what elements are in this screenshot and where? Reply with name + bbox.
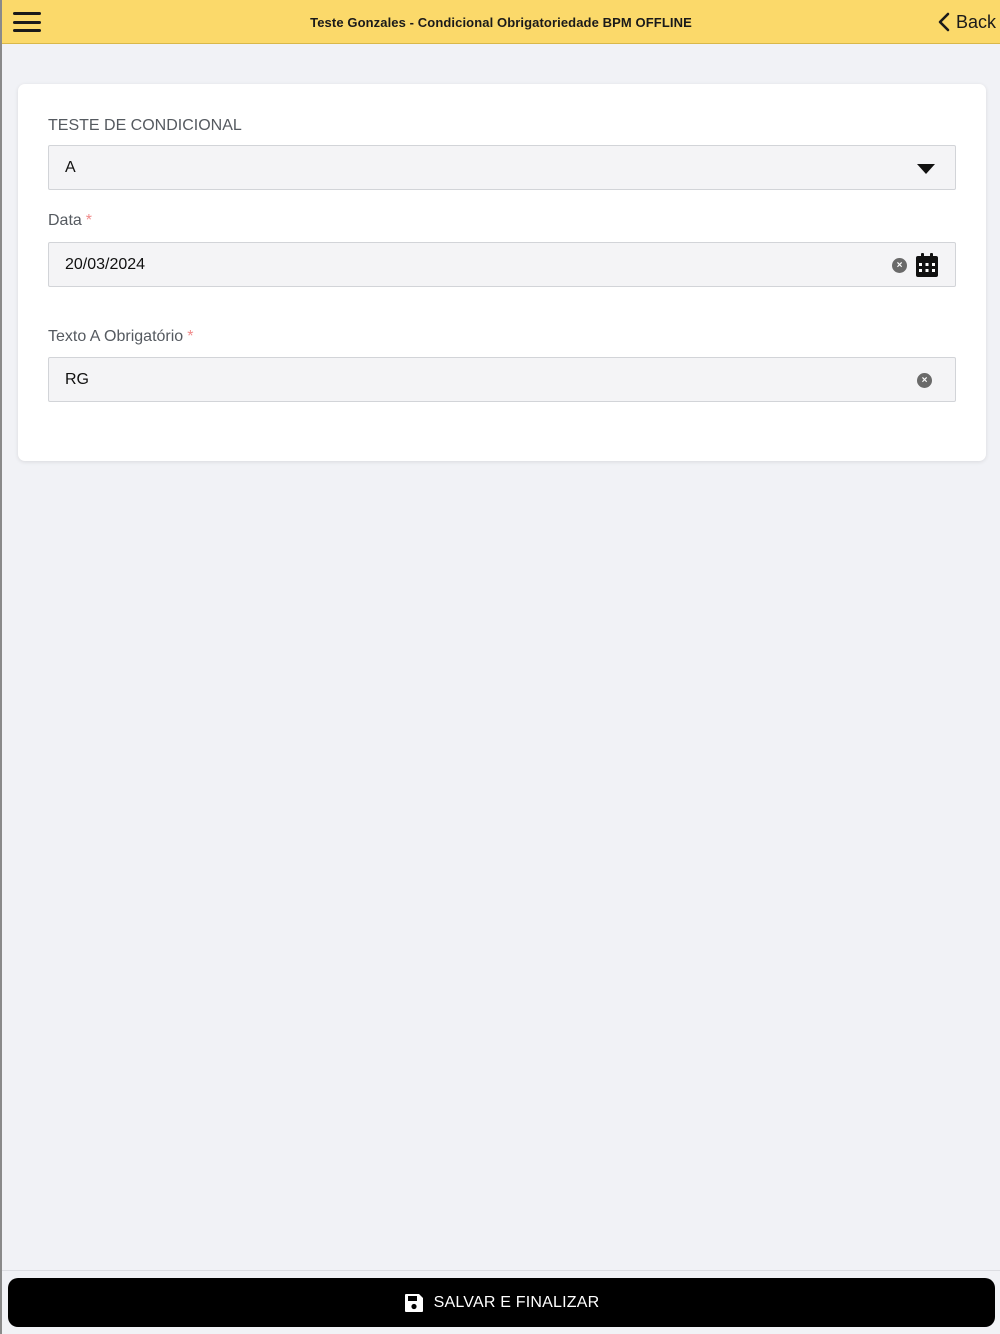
data-label: Data * (48, 212, 92, 230)
data-value: 20/03/2024 (65, 256, 146, 273)
form-card: TESTE DE CONDICIONAL A Data * 20/03/2024 … (18, 84, 986, 461)
condicional-selected-value: A (65, 159, 76, 176)
app-screen: Teste Gonzales - Condicional Obrigatorie… (0, 0, 1000, 1334)
floppy-disk-icon (404, 1293, 423, 1312)
condicional-label: TESTE DE CONDICIONAL (48, 117, 242, 135)
clear-icon[interactable]: × (917, 373, 932, 388)
save-button-label: SALVAR E FINALIZAR (433, 1293, 600, 1311)
data-date-field[interactable]: 20/03/2024 × (48, 242, 956, 287)
texto-label-text: Texto A Obrigatório (48, 328, 184, 345)
footer-bar: SALVAR E FINALIZAR (2, 1270, 1000, 1334)
clear-icon[interactable]: × (892, 258, 907, 273)
calendar-icon[interactable] (916, 253, 938, 277)
texto-input[interactable]: RG × (48, 357, 956, 402)
texto-label: Texto A Obrigatório * (48, 328, 193, 346)
required-asterisk: * (187, 328, 194, 345)
texto-value: RG (65, 371, 89, 388)
required-asterisk: * (85, 212, 93, 229)
condicional-select[interactable]: A (48, 145, 956, 190)
data-label-text: Data (48, 212, 82, 229)
caret-down-icon[interactable] (917, 164, 935, 174)
save-and-finish-button[interactable]: SALVAR E FINALIZAR (8, 1278, 995, 1327)
page-title: Teste Gonzales - Condicional Obrigatorie… (310, 15, 692, 30)
back-label: Back (955, 11, 996, 32)
condicional-label-text: TESTE DE CONDICIONAL (48, 117, 242, 134)
back-button[interactable]: Back (938, 10, 996, 34)
chevron-left-icon (938, 12, 950, 32)
top-bar: Teste Gonzales - Condicional Obrigatorie… (2, 0, 1000, 44)
